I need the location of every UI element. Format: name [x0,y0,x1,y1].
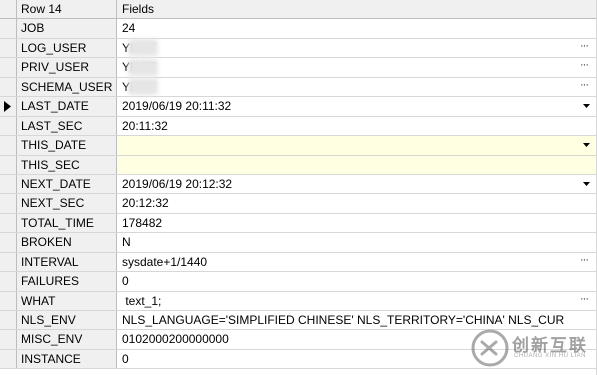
field-name: LAST_DATE [17,97,117,116]
field-row-broken[interactable]: BROKEN N [0,233,597,253]
field-row-this-sec[interactable]: THIS_SEC [0,155,597,175]
field-row-this-date[interactable]: THIS_DATE [0,136,597,156]
dropdown-arrow-icon[interactable] [580,136,592,154]
redaction-blur [128,78,158,95]
field-name: THIS_SEC [17,155,117,174]
ellipsis-button[interactable]: ··· [577,39,591,57]
field-value[interactable]: 24 [117,19,597,37]
field-row-next-date[interactable]: NEXT_DATE 2019/06/19 20:12:32 [0,174,597,195]
field-name: JOB [17,19,117,38]
redaction-blur [128,39,158,56]
field-name: INSTANCE [17,349,117,369]
field-row-job[interactable]: JOB 24 [0,19,597,39]
field-name: LOG_USER [17,38,117,58]
field-name: MISC_ENV [17,330,117,349]
field-row-total-time[interactable]: TOTAL_TIME 178482 [0,213,597,234]
field-name: FAILURES [17,272,117,291]
field-name: NEXT_SEC [17,194,117,213]
field-value[interactable]: text_1; [117,292,597,310]
field-row-schema-user[interactable]: SCHEMA_USER YK FT ··· [0,77,597,98]
dropdown-arrow-icon[interactable] [580,175,592,193]
field-value[interactable]: 178482 [117,214,597,232]
field-name: BROKEN [17,233,117,252]
field-row-priv-user[interactable]: PRIV_USER YK FT ··· [0,58,597,78]
field-value[interactable]: 20:11:32 [117,117,597,135]
field-value[interactable]: sysdate+1/1440 [117,253,597,271]
current-row-pointer-icon [4,101,11,113]
field-name: PRIV_USER [17,58,117,77]
ellipsis-button[interactable]: ··· [577,292,591,310]
field-value[interactable]: YK FT [117,39,597,57]
field-name: NLS_ENV [17,311,117,330]
field-value[interactable]: YK FT [117,78,597,96]
redaction-blur [128,59,158,76]
ellipsis-button[interactable]: ··· [577,78,591,96]
field-name: TOTAL_TIME [17,213,117,233]
field-value[interactable]: 2019/06/19 20:12:32 [117,175,597,193]
field-name: SCHEMA_USER [17,77,117,97]
field-value[interactable]: YK FT [117,58,597,76]
field-row-last-sec[interactable]: LAST_SEC 20:11:32 [0,116,597,137]
field-name: THIS_DATE [17,136,117,155]
watermark-sub-text: CHUANG XIN HU LIAN [514,353,587,359]
field-value[interactable] [117,155,597,174]
ellipsis-button[interactable]: ··· [577,253,591,271]
field-name: LAST_SEC [17,116,117,136]
field-row-what[interactable]: WHAT text_1; ··· [0,291,597,311]
dropdown-arrow-icon[interactable] [580,97,592,115]
fields-column-header: Fields [117,0,597,19]
field-row-next-sec[interactable]: NEXT_SEC 20:12:32 [0,194,597,214]
ellipsis-button[interactable]: ··· [577,58,591,76]
field-row-failures[interactable]: FAILURES 0 [0,272,597,292]
record-grid: Row 14 Fields JOB 24 LOG_USER YK FT ··· … [0,0,597,370]
header-indicator-cell [0,0,17,19]
watermark-logo: 创新互联 CHUANG XIN HU LIAN [468,325,596,371]
field-name: NEXT_DATE [17,174,117,194]
brand-mark-icon [471,329,509,367]
field-value[interactable]: 20:12:32 [117,194,597,212]
row-number-label: Row 14 [17,0,117,19]
field-value[interactable]: N [117,233,597,251]
field-value[interactable]: 0 [117,272,597,290]
field-name: WHAT [17,291,117,310]
field-value[interactable] [117,136,597,155]
field-row-last-date[interactable]: LAST_DATE 2019/06/19 20:11:32 [0,97,597,117]
field-name: INTERVAL [17,252,117,272]
grid-header: Row 14 Fields [0,0,597,20]
field-value[interactable]: 2019/06/19 20:11:32 [117,97,597,115]
field-row-interval[interactable]: INTERVAL sysdate+1/1440 ··· [0,252,597,273]
field-row-log-user[interactable]: LOG_USER YK FT ··· [0,38,597,59]
